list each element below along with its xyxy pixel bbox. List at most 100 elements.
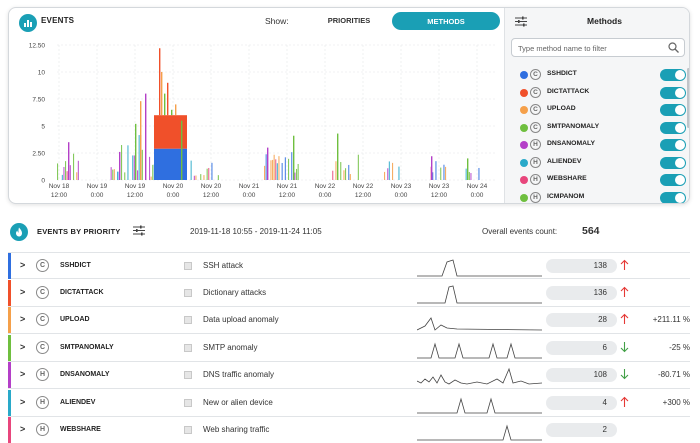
expand-chevron-icon[interactable]: >: [20, 424, 25, 434]
method-item[interactable]: H WEBSHARE: [505, 171, 689, 189]
row-checkbox[interactable]: [184, 371, 192, 379]
chart-bar: [275, 159, 277, 180]
method-type-icon: H: [530, 156, 541, 168]
chart-bar: [340, 162, 342, 180]
expand-chevron-icon[interactable]: >: [20, 369, 25, 379]
row-checkbox[interactable]: [184, 288, 192, 297]
method-name: DICTATTACK: [547, 87, 590, 95]
method-name: WEBSHARE: [60, 426, 101, 433]
search-icon[interactable]: [668, 42, 679, 53]
x-tick-time: 12:00: [203, 192, 220, 199]
chart-bar-spike: [145, 93, 147, 180]
priority-row[interactable]: > H WEBSHARE Web sharing traffic 2: [8, 417, 690, 443]
method-item[interactable]: C SSHDICT: [505, 66, 689, 84]
count-pill: 108: [546, 368, 617, 382]
chart-bar: [387, 168, 389, 180]
chart-bar-spike: [293, 135, 295, 180]
sparkline: [417, 259, 542, 277]
count-pill: 2: [546, 423, 617, 437]
method-type-icon: C: [36, 285, 49, 299]
events-panel: EVENTS Show: PRIORITIES METHODS 12.50 10 7…: [8, 7, 690, 204]
method-toggle[interactable]: [660, 121, 686, 134]
method-name: SMTPANOMALY: [547, 122, 600, 130]
chart-bar: [190, 160, 192, 180]
chart-bar-spike: [431, 156, 433, 180]
chart-bar: [465, 168, 467, 180]
priority-row[interactable]: > C DICTATTACK Dictionary attacks 136: [8, 279, 690, 307]
x-tick-date: Nov 20: [163, 183, 184, 190]
x-tick-time: 0:00: [319, 192, 332, 199]
method-name: UPLOAD: [547, 105, 576, 112]
method-toggle[interactable]: [660, 174, 686, 186]
priority-row[interactable]: > H ALIENDEV New or alien device 4 +300 %: [8, 389, 690, 417]
trend-change: +300 %: [662, 397, 690, 407]
expand-chevron-icon[interactable]: >: [20, 287, 25, 297]
row-checkbox[interactable]: [184, 343, 192, 352]
method-item[interactable]: H DNSANOMALY: [505, 136, 689, 154]
method-search-input[interactable]: [518, 41, 658, 55]
methods-scrollbar[interactable]: [687, 68, 689, 128]
chart-bar: [112, 169, 114, 180]
method-toggle[interactable]: [660, 104, 686, 116]
priority-row[interactable]: > C SMTPANOMALY SMTP anomaly 6 -25 %: [8, 334, 690, 362]
method-type-icon: H: [530, 139, 541, 150]
x-tick-time: 12:00: [279, 192, 296, 199]
method-item[interactable]: H ALIENDEV: [505, 154, 689, 172]
count-pill: 28: [546, 313, 617, 327]
chart-bar: [73, 153, 75, 180]
count-pill: 138: [546, 259, 617, 273]
expand-chevron-icon[interactable]: >: [20, 260, 25, 270]
method-toggle[interactable]: [660, 191, 686, 203]
method-toggle[interactable]: [660, 69, 686, 81]
method-description: Dictionary attacks: [203, 287, 267, 297]
chart-bar-spike: [161, 72, 163, 116]
row-checkbox[interactable]: [184, 426, 192, 434]
priority-row[interactable]: > C SSHDICT SSH attack 138: [8, 252, 690, 279]
count-pill: 4: [546, 395, 617, 410]
trend-arrow-icon: [620, 369, 629, 380]
method-name: ALIENDEV: [60, 398, 96, 406]
expand-chevron-icon[interactable]: >: [20, 314, 25, 324]
method-item[interactable]: C UPLOAD: [505, 101, 689, 119]
method-toggle[interactable]: [660, 86, 686, 99]
method-name: DNSANOMALY: [547, 140, 596, 147]
method-item[interactable]: C SMTPANOMALY: [505, 119, 689, 137]
x-tick-date: Nov 22: [353, 183, 374, 190]
priority-color-bar: [8, 417, 11, 443]
priority-row[interactable]: > H DNSANOMALY DNS traffic anomaly 108 -80.71…: [8, 362, 690, 389]
method-name: SSHDICT: [60, 262, 91, 269]
method-toggle[interactable]: [660, 156, 686, 169]
chart-bar-spike: [167, 82, 169, 116]
methods-title: Methods: [587, 16, 622, 26]
chart-bar: [203, 175, 205, 180]
expand-chevron-icon[interactable]: >: [20, 342, 25, 352]
chart-bar: [332, 170, 334, 180]
chart-bar: [335, 161, 337, 180]
priority-row[interactable]: > C UPLOAD Data upload anomaly 28 +211.11 %: [8, 307, 690, 334]
priority-filter-icon[interactable]: [133, 225, 145, 236]
trend-arrow-icon: [620, 341, 629, 352]
expand-chevron-icon[interactable]: >: [20, 397, 25, 407]
chart-bar: [288, 158, 290, 180]
chart-bar-spike: [135, 123, 137, 180]
event-count: 138: [593, 261, 607, 270]
row-checkbox[interactable]: [184, 316, 192, 324]
chart-bar-spike: [267, 147, 269, 180]
chart-bar: [127, 145, 129, 180]
chart-bar-spike: [159, 48, 161, 116]
trend-arrow-icon: [620, 286, 629, 297]
x-tick-date: Nov 24: [467, 183, 488, 190]
method-type-icon: C: [36, 340, 49, 354]
method-name: WEBSHARE: [547, 175, 587, 182]
count-pill: 6: [546, 340, 617, 355]
method-item[interactable]: H ICMPANOM: [505, 189, 689, 203]
method-item[interactable]: C DICTATTACK: [505, 84, 689, 102]
x-tick-date: Nov 22: [315, 183, 336, 190]
x-tick-time: 0:00: [471, 192, 484, 199]
row-checkbox[interactable]: [184, 398, 192, 407]
chart-bar-spike: [337, 133, 339, 180]
method-name: SSHDICT: [547, 70, 577, 77]
row-checkbox[interactable]: [184, 262, 192, 270]
method-toggle[interactable]: [660, 139, 686, 151]
chart-bar: [113, 169, 115, 180]
